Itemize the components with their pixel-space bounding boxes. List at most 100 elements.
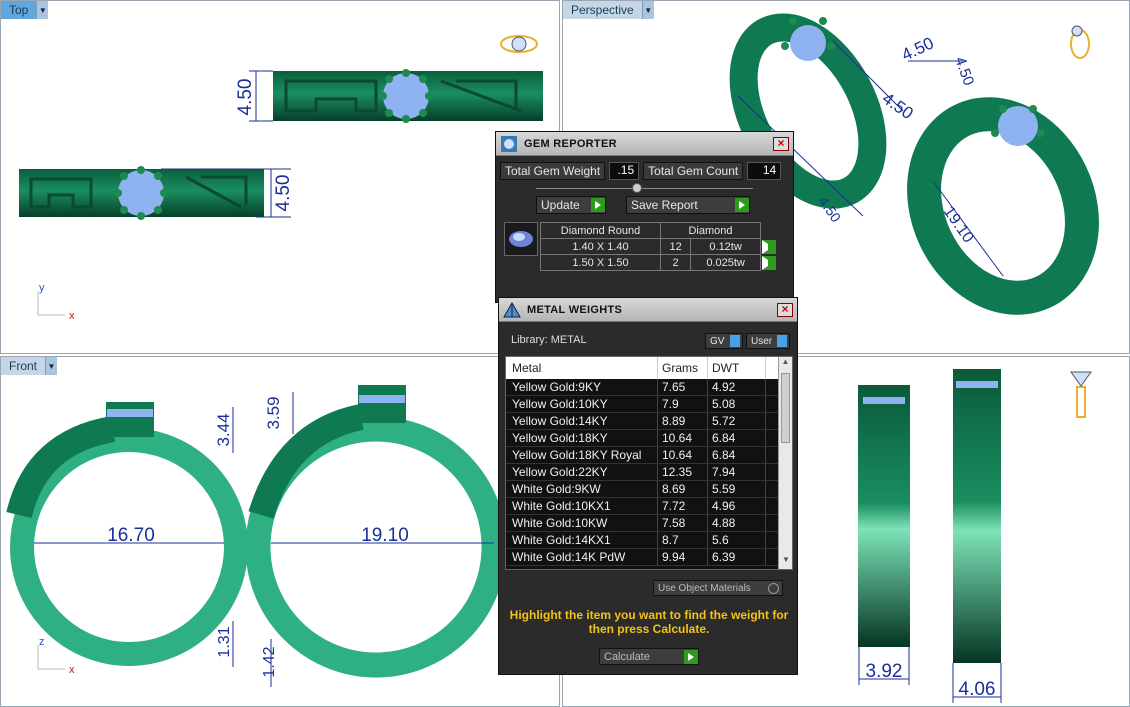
viewport-front-tab[interactable]: Front ▼ bbox=[1, 357, 58, 375]
ring-setting-a bbox=[106, 402, 154, 437]
dim-front-c: 3.44 bbox=[214, 413, 233, 446]
viewport-front[interactable]: Front ▼ 16.70 19.10 3.44 3.59 1.31 1.42 … bbox=[0, 356, 560, 707]
save-report-label: Save Report bbox=[631, 198, 698, 212]
dim-front-b: 19.10 bbox=[361, 525, 409, 546]
metal-cell-metal: Yellow Gold:18KY bbox=[506, 430, 658, 446]
gem-row[interactable]: 1.50 X 1.50 2 0.025tw bbox=[540, 254, 761, 271]
dim-front-a: 16.70 bbox=[107, 525, 155, 546]
metal-cell-grams: 8.69 bbox=[658, 481, 708, 497]
ring-setting-b bbox=[358, 385, 406, 423]
total-gem-count-value: 14 bbox=[747, 162, 782, 180]
dim-front-f: 1.42 bbox=[261, 646, 278, 677]
metal-cell-dwt: 5.72 bbox=[708, 413, 766, 429]
metal-cell-grams: 9.94 bbox=[658, 549, 708, 565]
total-gem-weight-label: Total Gem Weight bbox=[500, 162, 606, 180]
col-dwt: DWT bbox=[708, 357, 766, 379]
metal-weights-titlebar[interactable]: METAL WEIGHTS × bbox=[499, 298, 797, 322]
scrollbar[interactable]: ▲ ▼ bbox=[778, 357, 792, 569]
dim-top-a: 4.50 bbox=[235, 79, 256, 116]
gem-reporter-icon bbox=[498, 133, 520, 155]
metal-table-header: Metal Grams DWT bbox=[506, 357, 792, 379]
metal-cell-dwt: 7.94 bbox=[708, 464, 766, 480]
front-view-canvas: 16.70 19.10 3.44 3.59 1.31 1.42 z x bbox=[6, 385, 507, 687]
metal-table: Metal Grams DWT Yellow Gold:9KY 7.65 4.92 Y… bbox=[505, 356, 793, 570]
close-icon[interactable]: × bbox=[773, 136, 789, 151]
gv-toggle[interactable]: GV bbox=[705, 333, 743, 349]
metal-row[interactable]: White Gold:14K PdW 9.94 6.39 bbox=[506, 549, 792, 566]
metal-row[interactable]: Yellow Gold:18KY 10.64 6.84 bbox=[506, 430, 792, 447]
ring-side-b bbox=[953, 369, 1001, 663]
play-icon bbox=[684, 649, 698, 664]
metal-row[interactable]: Yellow Gold:10KY 7.9 5.08 bbox=[506, 396, 792, 413]
gem-col-header-shape: Diamond Round bbox=[540, 222, 661, 239]
viewport-perspective-tab[interactable]: Perspective ▼ bbox=[563, 1, 654, 19]
metal-cell-grams: 7.65 bbox=[658, 379, 708, 395]
metal-row[interactable]: Yellow Gold:9KY 7.65 4.92 bbox=[506, 379, 792, 396]
metal-cell-grams: 12.35 bbox=[658, 464, 708, 480]
metal-row[interactable]: Yellow Gold:14KY 8.89 5.72 bbox=[506, 413, 792, 430]
metal-cell-grams: 7.9 bbox=[658, 396, 708, 412]
metal-cell-metal: Yellow Gold:14KY bbox=[506, 413, 658, 429]
metal-cell-dwt: 6.39 bbox=[708, 549, 766, 565]
save-report-button[interactable]: Save Report bbox=[626, 196, 750, 214]
metal-cell-dwt: 4.92 bbox=[708, 379, 766, 395]
total-gem-count-label: Total Gem Count bbox=[643, 162, 744, 180]
metal-cell-grams: 10.64 bbox=[658, 447, 708, 463]
metal-row[interactable]: Yellow Gold:22KY 12.35 7.94 bbox=[506, 464, 792, 481]
top-view-canvas: 4.50 4.50 y x bbox=[19, 35, 543, 322]
metal-weights-icon bbox=[501, 299, 523, 321]
splitter[interactable] bbox=[536, 182, 753, 194]
metal-cell-dwt: 5.59 bbox=[708, 481, 766, 497]
metal-cell-grams: 10.64 bbox=[658, 430, 708, 446]
dim-front-d: 3.59 bbox=[264, 396, 283, 429]
user-toggle[interactable]: User bbox=[746, 333, 790, 349]
gem-reporter-titlebar[interactable]: GEM REPORTER × bbox=[496, 132, 793, 156]
gem-col-header-type: Diamond bbox=[660, 222, 761, 239]
metal-row[interactable]: Yellow Gold:18KY Royal 10.64 6.84 bbox=[506, 447, 792, 464]
chevron-down-icon[interactable]: ▼ bbox=[36, 1, 49, 19]
metal-cell-metal: Yellow Gold:9KY bbox=[506, 379, 658, 395]
radio-icon bbox=[768, 582, 779, 594]
scroll-thumb[interactable] bbox=[781, 373, 790, 443]
scroll-up-icon[interactable]: ▲ bbox=[779, 357, 792, 371]
use-object-materials-toggle[interactable]: Use Object Materials bbox=[653, 580, 783, 596]
gem-count: 2 bbox=[659, 254, 692, 271]
gem-weight: 0.025tw bbox=[690, 254, 761, 271]
gem-count: 12 bbox=[659, 238, 692, 255]
gem-row-go-button[interactable] bbox=[762, 240, 776, 254]
viewport-top[interactable]: Top ▼ 4.50 4.50 y x bbox=[0, 0, 560, 354]
metal-row[interactable]: White Gold:9KW 8.69 5.59 bbox=[506, 481, 792, 498]
gem-row-go-button[interactable] bbox=[762, 256, 776, 270]
metal-row[interactable]: White Gold:10KX1 7.72 4.96 bbox=[506, 498, 792, 515]
dim-persp-a: 4.50 bbox=[879, 89, 917, 124]
calculate-button[interactable]: Calculate bbox=[599, 648, 699, 665]
gem-reporter-title: GEM REPORTER bbox=[524, 137, 617, 150]
metal-cell-metal: White Gold:10KW bbox=[506, 515, 658, 531]
chevron-down-icon[interactable]: ▼ bbox=[45, 357, 58, 375]
gem-size: 1.40 X 1.40 bbox=[540, 238, 661, 255]
metal-row[interactable]: White Gold:10KW 7.58 4.88 bbox=[506, 515, 792, 532]
col-grams: Grams bbox=[658, 357, 708, 379]
metal-cell-dwt: 4.96 bbox=[708, 498, 766, 514]
metal-cell-metal: Yellow Gold:22KY bbox=[506, 464, 658, 480]
update-button-label: Update bbox=[541, 198, 580, 212]
dim-top-b: 4.50 bbox=[273, 175, 294, 212]
close-icon[interactable]: × bbox=[777, 302, 793, 317]
play-icon bbox=[591, 198, 605, 212]
scroll-down-icon[interactable]: ▼ bbox=[779, 555, 792, 569]
use-object-materials-label: Use Object Materials bbox=[658, 582, 751, 594]
metal-cell-metal: White Gold:9KW bbox=[506, 481, 658, 497]
gem-row[interactable]: 1.40 X 1.40 12 0.12tw bbox=[540, 238, 761, 255]
metal-cell-dwt: 5.08 bbox=[708, 396, 766, 412]
axis-label-x: x bbox=[69, 310, 75, 322]
metal-rows: Yellow Gold:9KY 7.65 4.92 Yellow Gold:10KY 7… bbox=[506, 379, 792, 566]
update-button[interactable]: Update bbox=[536, 196, 606, 214]
metal-cell-dwt: 4.88 bbox=[708, 515, 766, 531]
metal-row[interactable]: White Gold:14KX1 8.7 5.6 bbox=[506, 532, 792, 549]
viewport-top-tab[interactable]: Top ▼ bbox=[1, 1, 49, 19]
ring-view-icon bbox=[1070, 371, 1092, 418]
axis-label-y: y bbox=[39, 282, 45, 294]
col-metal: Metal bbox=[506, 357, 658, 379]
viewport-top-label: Top bbox=[1, 1, 37, 19]
chevron-down-icon[interactable]: ▼ bbox=[641, 1, 654, 19]
